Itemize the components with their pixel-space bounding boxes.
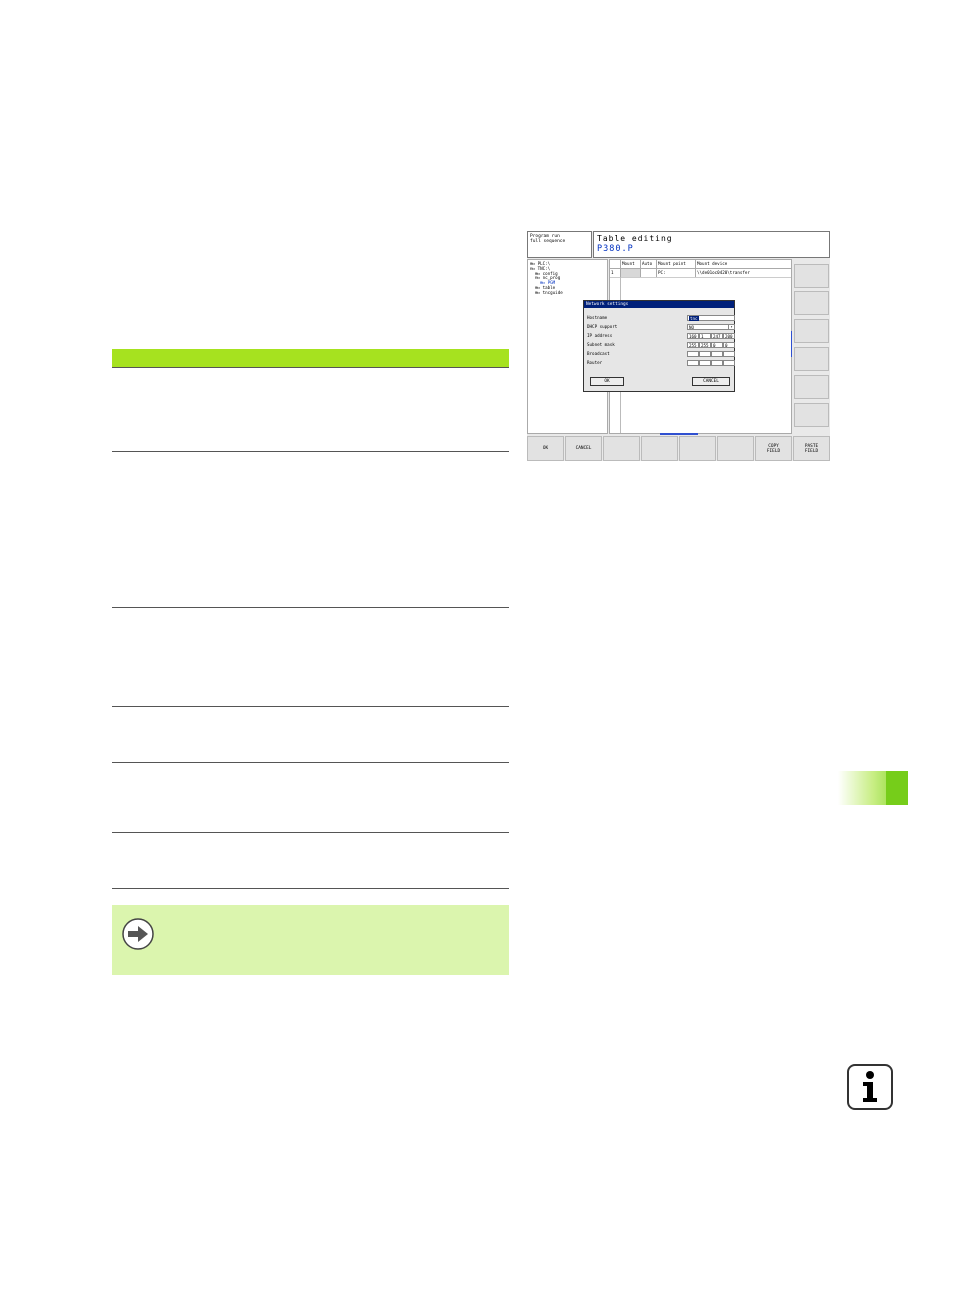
table-header: Mount Auto Mount point Mount device <box>610 260 791 269</box>
arrow-right-icon <box>122 918 154 950</box>
broadcast-row: Broadcast <box>587 350 735 357</box>
subnet-octet-input[interactable]: 255 <box>699 341 711 348</box>
mode-line-2: full sequence <box>530 239 566 244</box>
dialog-ok-button[interactable]: OK <box>590 377 624 386</box>
softkey-empty[interactable] <box>641 436 678 461</box>
softkey-marker <box>660 433 698 435</box>
table-row[interactable]: 1 PC: \\de01oc0420\transfer <box>610 269 791 278</box>
header-box: Table editing P380.P <box>593 231 830 258</box>
broadcast-octet-input[interactable] <box>723 350 735 357</box>
program-name: P380.P <box>597 244 634 254</box>
header-cell <box>610 260 621 268</box>
ip-octet-input[interactable]: 160 <box>687 332 699 339</box>
row-cell[interactable]: \\de01oc0420\transfer <box>696 269 793 277</box>
tnc-screenshot: Program run full sequence Table editing … <box>527 231 830 461</box>
row-cell[interactable] <box>621 269 641 277</box>
header-cell: Mount <box>621 260 641 268</box>
dhcp-select[interactable]: NO ▾ <box>687 323 735 330</box>
router-octet-input[interactable] <box>711 359 723 366</box>
note-box <box>112 905 509 975</box>
hostname-row: Hostname tnc <box>587 314 735 321</box>
divider <box>112 607 509 608</box>
dhcp-row: DHCP support NO ▾ <box>587 323 735 330</box>
header-cell: Mount point <box>657 260 696 268</box>
broadcast-octet-input[interactable] <box>699 350 711 357</box>
operating-mode-box: Program run full sequence <box>527 231 592 258</box>
divider <box>112 706 509 707</box>
divider <box>112 367 509 368</box>
vertical-softkey[interactable] <box>794 347 829 371</box>
subnet-octet-input[interactable]: 255 <box>687 341 699 348</box>
broadcast-octet-input[interactable] <box>711 350 723 357</box>
softkey-empty[interactable] <box>717 436 754 461</box>
divider <box>112 762 509 763</box>
ip-row: IP address 160 1 247 200 <box>587 332 735 339</box>
softkey-empty[interactable] <box>603 436 640 461</box>
hostname-input[interactable]: tnc <box>687 314 735 321</box>
broadcast-label: Broadcast <box>587 351 610 356</box>
router-label: Router <box>587 360 603 365</box>
softkey-row: OK CANCEL COPY FIELD PASTE FIELD <box>527 433 830 461</box>
divider <box>112 888 509 889</box>
softkey-empty[interactable] <box>679 436 716 461</box>
tree-item[interactable]: ⊞▭ tncguide <box>530 290 605 296</box>
vertical-softkey[interactable] <box>794 403 829 427</box>
ip-octet-input[interactable]: 247 <box>711 332 723 339</box>
vertical-softkey-bar <box>791 259 830 434</box>
router-octet-input[interactable] <box>699 359 711 366</box>
row-cell[interactable] <box>641 269 657 277</box>
vertical-softkey[interactable] <box>794 319 829 343</box>
softkey-copy-field[interactable]: COPY FIELD <box>755 436 792 461</box>
subnet-row: Subnet mask 255 255 0 0 <box>587 341 735 348</box>
softkey-paste-field[interactable]: PASTE FIELD <box>793 436 830 461</box>
divider <box>112 451 509 452</box>
subnet-octet-input[interactable]: 0 <box>711 341 723 348</box>
router-octet-input[interactable] <box>687 359 699 366</box>
hostname-label: Hostname <box>587 315 608 320</box>
row-cell[interactable]: PC: <box>657 269 696 277</box>
row-number: 1 <box>610 269 621 277</box>
divider <box>112 832 509 833</box>
ip-label: IP address <box>587 333 613 338</box>
header-cell: Auto <box>641 260 657 268</box>
softkey-ok[interactable]: OK <box>527 436 564 461</box>
router-octet-input[interactable] <box>723 359 735 366</box>
ip-octet-input[interactable]: 200 <box>723 332 735 339</box>
subnet-octet-input[interactable]: 0 <box>723 341 735 348</box>
vertical-softkey[interactable] <box>794 264 829 288</box>
ip-octet-input[interactable]: 1 <box>699 332 711 339</box>
vertical-softkey[interactable] <box>794 291 829 315</box>
chapter-tab-solid <box>886 771 908 805</box>
chevron-down-icon[interactable]: ▾ <box>728 324 734 329</box>
screen-title: Table editing <box>597 234 673 243</box>
softkey-cancel[interactable]: CANCEL <box>565 436 602 461</box>
header-cell: Mount device <box>697 261 728 266</box>
subnet-label: Subnet mask <box>587 342 615 347</box>
table-header-bar <box>112 349 509 367</box>
info-icon <box>847 1064 893 1110</box>
router-row: Router <box>587 359 735 366</box>
vertical-softkey[interactable] <box>794 375 829 399</box>
dialog-title: Network settings <box>584 301 734 308</box>
broadcast-octet-input[interactable] <box>687 350 699 357</box>
network-settings-dialog: Network settings Hostname tnc DHCP suppo… <box>583 300 735 392</box>
softkey-marker <box>791 331 792 357</box>
dhcp-label: DHCP support <box>587 324 618 329</box>
dialog-cancel-button[interactable]: CANCEL <box>692 377 730 386</box>
